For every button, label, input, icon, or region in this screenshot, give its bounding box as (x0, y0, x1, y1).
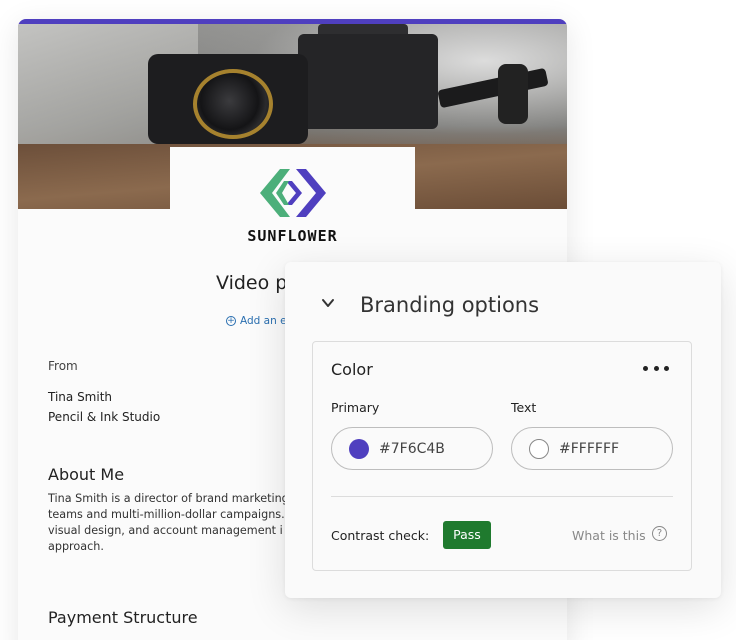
dot (653, 365, 659, 371)
color-section-title: Color (331, 360, 373, 379)
contrast-check-label: Contrast check: (331, 528, 430, 543)
about-heading: About Me (48, 465, 125, 484)
plus-circle-icon: + (226, 316, 236, 326)
primary-color-swatch[interactable] (349, 438, 369, 459)
from-label: From (48, 359, 78, 373)
help-icon[interactable]: ? (652, 526, 667, 541)
about-text: Tina Smith is a director of brand market… (48, 492, 289, 553)
camera-lens (193, 69, 273, 139)
camera-box (298, 34, 438, 129)
primary-color-field[interactable]: #7F6C4B (331, 427, 493, 470)
text-color-label: Text (511, 400, 537, 415)
payment-heading: Payment Structure (48, 608, 198, 627)
branding-panel: Branding options Color Primary Text #7F6… (285, 262, 721, 598)
dot (643, 365, 648, 371)
stage: SUNFLOWER Video p + Add an e From Tina S… (0, 0, 736, 640)
what-is-this-link[interactable]: What is this (572, 528, 646, 543)
text-color-value: #FFFFFF (559, 440, 620, 457)
document-title: Video p (216, 272, 288, 294)
color-section: Color Primary Text #7F6C4B #FFFFFF Contr… (312, 341, 692, 571)
camera-grip (498, 64, 528, 124)
more-options-icon[interactable] (643, 364, 669, 372)
panel-title: Branding options (360, 293, 540, 317)
primary-color-label: Primary (331, 400, 380, 415)
text-color-swatch[interactable] (529, 438, 549, 459)
text-color-field[interactable]: #FFFFFF (511, 427, 673, 470)
brand-logo: SUNFLOWER (170, 147, 415, 257)
camera-rig (437, 67, 549, 109)
from-name: Tina Smith (48, 390, 113, 404)
brand-name: SUNFLOWER (247, 227, 338, 245)
add-link[interactable]: + Add an e (226, 315, 287, 327)
dot (664, 365, 669, 371)
primary-color-value: #7F6C4B (379, 440, 445, 457)
add-link-label: Add an e (240, 315, 287, 327)
contrast-pass-badge: Pass (443, 521, 491, 549)
sunflower-logo-icon (259, 169, 326, 217)
divider (331, 496, 673, 497)
chevron-down-icon[interactable] (321, 296, 335, 310)
from-company: Pencil & Ink Studio (48, 410, 161, 424)
